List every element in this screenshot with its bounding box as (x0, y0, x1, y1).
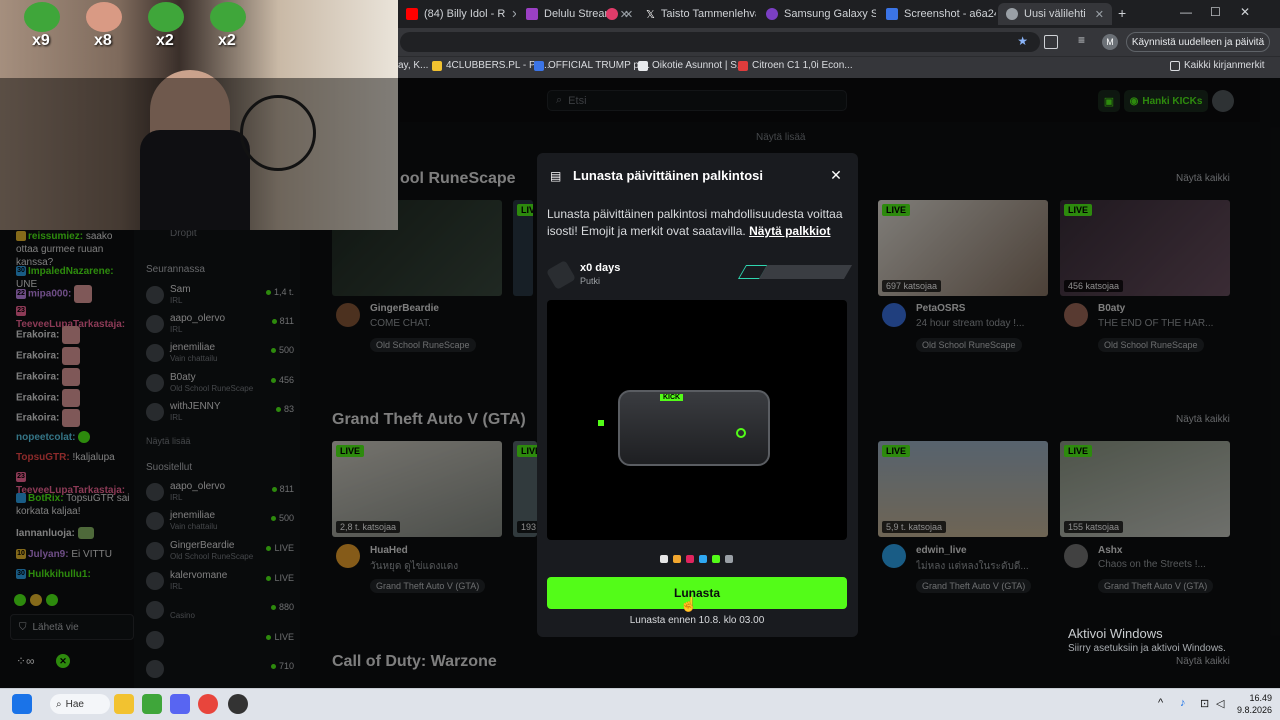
extensions-icon[interactable] (1044, 35, 1058, 49)
close-icon[interactable]: ✕ (511, 8, 516, 21)
tab-youtube[interactable]: (84) Billy Idol - R ✕ (398, 3, 516, 25)
bookmark-item[interactable]: Citroen C1 1,0i Econ... (738, 60, 853, 71)
taskbar (0, 688, 1280, 720)
frog-emote-icon (148, 2, 184, 32)
multiplier-label: x9 (32, 32, 50, 49)
mic-icon[interactable]: ♪ (1180, 697, 1186, 709)
gift-icon: ▤ (550, 169, 562, 183)
maximize-button[interactable]: ☐ (1210, 5, 1221, 19)
color-option[interactable] (660, 555, 668, 563)
volume-icon[interactable]: ◁ (1216, 697, 1224, 710)
bookmark-label: Citroen C1 1,0i Econ... (752, 60, 853, 71)
star-icon[interactable]: ★ (1017, 34, 1028, 48)
modal-description: Lunasta päivittäinen palkintosi mahdolli… (547, 206, 843, 240)
app-icon[interactable] (142, 694, 162, 714)
reward-device-image: KICK (618, 390, 770, 466)
network-icon[interactable]: ⊡ (1200, 697, 1209, 710)
hand-cursor-icon: ☝ (680, 596, 698, 612)
taskbar-search-label: Hae (65, 698, 84, 710)
tab-screenshot[interactable]: Screenshot - a6a24 ✕ (878, 3, 996, 25)
tab-label: (84) Billy Idol - R (424, 8, 506, 20)
media-icon[interactable]: ≡ (1078, 33, 1085, 47)
site-icon (766, 8, 778, 20)
search-icon: ⌕ (56, 698, 62, 710)
streak-label: Putki (580, 276, 601, 286)
x-logo-icon: 𝕏 (646, 8, 655, 21)
device-logo: KICK (660, 394, 684, 401)
minimize-button[interactable]: — (1180, 5, 1192, 19)
bookmark-item[interactable]: 4CLUBBERS.PL - Po... (432, 60, 550, 71)
tab-recording[interactable]: ✕ (598, 3, 638, 25)
tab-label: Taisto Tammenlehva (660, 8, 756, 20)
file-explorer-icon[interactable] (114, 694, 134, 714)
youtube-icon (406, 8, 418, 20)
activate-title: Aktivoi Windows (1068, 626, 1163, 641)
activate-windows-watermark: Aktivoi Windows Siirry asetuksiin ja akt… (1068, 626, 1268, 654)
tab-x[interactable]: 𝕏 Taisto Tammenlehva ✕ (638, 3, 756, 25)
color-option[interactable] (699, 555, 707, 563)
bookmark-item[interactable]: OFFICIAL TRUMP pr... (534, 60, 650, 71)
tab-label: Samsung Galaxy S2 (784, 8, 876, 20)
chrome-icon[interactable] (198, 694, 218, 714)
streak-count: x0 days (580, 262, 621, 274)
color-option[interactable] (673, 555, 681, 563)
bookmark-icon (738, 60, 748, 71)
tab-label: Screenshot - a6a24 (904, 8, 996, 20)
multiplier-label: x8 (94, 32, 112, 49)
color-option[interactable] (725, 555, 733, 563)
restart-update-button[interactable]: Käynnistä uudelleen ja päivitä (1126, 32, 1270, 52)
bookmark-item[interactable]: ay, K... (398, 60, 428, 71)
clock-date: 9.8.2026 (1236, 705, 1272, 715)
bookmark-icon (638, 60, 648, 71)
windows-start-icon[interactable] (12, 694, 32, 714)
clock[interactable]: 16.49 9.8.2026 (1232, 692, 1272, 716)
bookmark-label: Oikotie Asunnot | S... (652, 60, 746, 71)
new-tab-button[interactable]: + (1118, 5, 1126, 21)
multiplier-label: x2 (156, 32, 174, 49)
tab-label: Uusi välilehti (1024, 8, 1086, 20)
activate-subtitle: Siirry asetuksiin ja aktivoi Windows. (1068, 643, 1226, 654)
face-emote-icon (86, 2, 122, 32)
close-icon[interactable]: ✕ (624, 8, 633, 21)
sparkle-icon (598, 420, 604, 426)
image-icon (886, 8, 898, 20)
claim-deadline: Lunasta ennen 10.8. klo 03.00 (629, 615, 765, 626)
close-icon[interactable]: ✕ (1095, 8, 1104, 21)
close-window-button[interactable]: ✕ (1240, 5, 1250, 19)
chevron-up-icon[interactable]: ^ (1158, 697, 1163, 709)
clock-time: 16.49 (1249, 693, 1272, 703)
all-bookmarks[interactable]: Kaikki kirjanmerkit (1170, 60, 1265, 71)
multiplier-label: x2 (218, 32, 236, 49)
discord-icon[interactable] (170, 694, 190, 714)
folder-icon (1170, 60, 1180, 71)
frog-emote-icon (210, 2, 246, 32)
show-rewards-link[interactable]: Näytä palkkiot (749, 224, 830, 238)
bookmark-item[interactable]: Oikotie Asunnot | S... (638, 60, 745, 71)
color-option[interactable] (686, 555, 694, 563)
device-button-icon (736, 428, 746, 438)
tab-new[interactable]: Uusi välilehti ✕ (998, 3, 1112, 25)
tab-samsung[interactable]: Samsung Galaxy S2 ✕ (758, 3, 876, 25)
twitch-icon (526, 8, 538, 20)
bookmark-icon (432, 60, 442, 71)
frog-emote-icon (24, 2, 60, 32)
close-button[interactable]: ✕ (828, 167, 844, 183)
profile-avatar[interactable]: M (1102, 34, 1118, 50)
bookmark-icon (534, 60, 544, 71)
chrome-icon (1006, 8, 1018, 20)
color-option[interactable] (712, 555, 720, 563)
taskbar-search[interactable]: ⌕ Hae (50, 694, 110, 714)
record-icon (606, 8, 618, 20)
bookmark-label: OFFICIAL TRUMP pr... (548, 60, 651, 71)
obs-icon[interactable] (228, 694, 248, 714)
bookmark-label: ay, K... (398, 60, 429, 71)
bookmark-label: Kaikki kirjanmerkit (1184, 60, 1265, 71)
modal-title: Lunasta päivittäinen palkintosi (573, 168, 763, 183)
omnibox[interactable]: ★ (400, 32, 1040, 52)
